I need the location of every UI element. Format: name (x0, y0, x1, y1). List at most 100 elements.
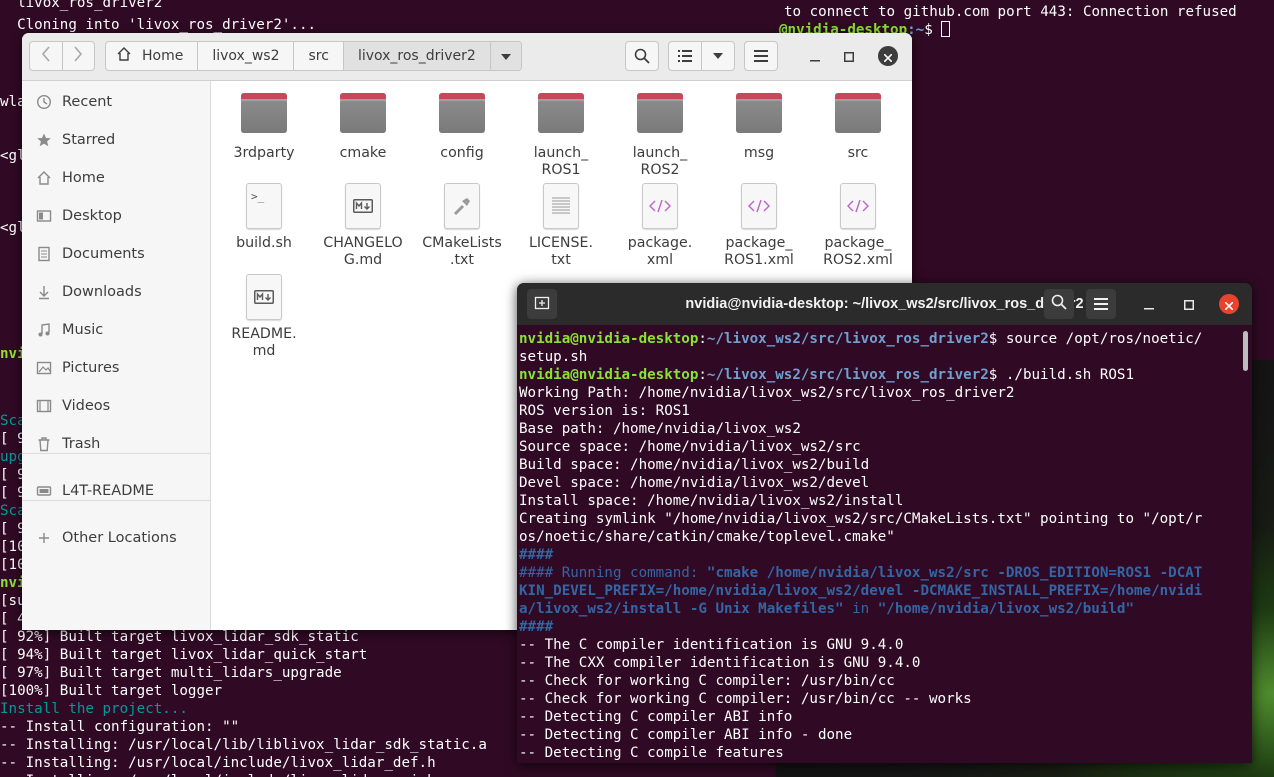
breadcrumb-label: Home (142, 48, 184, 64)
terminal-window[interactable]: nvidia@nvidia-desktop: ~/livox_ws2/src/l… (517, 283, 1252, 763)
terminal-text-segment: : (698, 331, 707, 347)
script-file-icon: >_ (246, 183, 282, 229)
sidebar-item-documents[interactable]: Documents (22, 235, 210, 273)
file-item-package-ros1-xml[interactable]: package_ ROS1.xml (713, 177, 805, 269)
terminal-menu-button[interactable] (1086, 289, 1116, 319)
file-item-package-ros2-xml[interactable]: package_ ROS2.xml (812, 177, 904, 269)
folder-icon (241, 93, 287, 133)
terminal-text-segment: : (698, 367, 707, 383)
file-item-3rdparty[interactable]: 3rdparty (218, 87, 310, 162)
back-button[interactable] (30, 42, 62, 70)
drive-icon (36, 483, 52, 499)
terminal-output-line: [ 94%] Built target livox_lidar_quick_st… (0, 647, 368, 663)
download-icon (36, 284, 52, 300)
terminal-text-segment: nvidia@nvidia-desktop (519, 331, 699, 347)
breadcrumb-current[interactable]: livox_ros_driver2 (343, 42, 491, 70)
file-item-package-xml[interactable]: package. xml (614, 177, 706, 269)
terminal-scrollbar[interactable] (1243, 331, 1248, 371)
terminal-output-line: Creating symlink "/home/nvidia/livox_ws2… (519, 510, 1202, 528)
terminal-output-line: -- Installing: /usr/local/include/livox_… (0, 755, 436, 771)
chevron-left-icon (41, 46, 51, 66)
main-menu-button[interactable] (744, 41, 778, 71)
terminal-output-line: a/livox_ws2/install -G Unix Makefiles" i… (519, 600, 1134, 618)
breadcrumb-home[interactable]: Home (106, 42, 199, 70)
terminal-text-segment: -- The CXX compiler identification is GN… (519, 655, 921, 671)
view-options-button[interactable] (701, 41, 735, 71)
breadcrumb-menu-button[interactable] (490, 42, 521, 70)
sidebar-item-desktop[interactable]: Desktop (22, 197, 210, 235)
minimize-button[interactable] (805, 46, 825, 66)
file-icon (834, 93, 882, 141)
markdown-file-icon (345, 183, 381, 229)
search-icon (1051, 294, 1067, 314)
cmake-file-icon (444, 183, 480, 229)
file-item-config[interactable]: config (416, 87, 508, 162)
terminal-output-line: setup.sh (519, 348, 587, 366)
terminal-output-line: Install the project... (0, 701, 188, 717)
terminal-text-segment: #### Running command: (519, 565, 707, 581)
file-item-license-txt[interactable]: LICENSE. txt (515, 177, 607, 269)
breadcrumb-src[interactable]: src (294, 42, 344, 70)
file-item-launch-ros2[interactable]: launch_ ROS2 (614, 87, 706, 179)
file-name: cmake (339, 145, 387, 161)
sidebar-item-other-locations[interactable]: Other Locations (22, 519, 210, 557)
sidebar-item-music[interactable]: Music (22, 311, 210, 349)
terminal-text-segment: Working Path: /home/nvidia/livox_ws2/src… (519, 385, 1015, 401)
file-item-build-sh[interactable]: >_ build.sh (218, 177, 310, 252)
terminal-search-button[interactable] (1044, 289, 1074, 319)
search-button[interactable] (625, 41, 659, 71)
sidebar-item-label: Home (62, 170, 105, 186)
file-item-readme-md[interactable]: README. md (218, 268, 310, 360)
terminal-text-segment: #### (519, 619, 554, 635)
sidebar-item-starred[interactable]: Starred (22, 121, 210, 159)
terminal-text-segment: Build space: /home/nvidia/livox_ws2/buil… (519, 457, 870, 473)
sidebar-item-videos[interactable]: Videos (22, 387, 210, 425)
file-item-launch-ros1[interactable]: launch_ ROS1 (515, 87, 607, 179)
terminal-output-line: -- Install configuration: "" (0, 719, 240, 735)
terminal-text-segment: #### (519, 547, 554, 563)
file-icon (339, 93, 387, 141)
terminal-maximize-button[interactable] (1179, 294, 1199, 314)
sidebar-item-label: Videos (62, 398, 111, 414)
sidebar-item-l4t-readme[interactable]: L4T-README (22, 472, 210, 510)
breadcrumb-label: livox_ros_driver2 (357, 48, 476, 64)
terminal-close-button[interactable] (1219, 294, 1239, 314)
file-name: 3rdparty (233, 145, 295, 161)
file-name: package_ ROS2.xml (823, 235, 893, 268)
terminal-output-line: #### (519, 546, 553, 564)
sidebar-item-label: Pictures (62, 360, 120, 376)
maximize-button[interactable] (839, 46, 859, 66)
folder-icon (439, 93, 485, 133)
terminal-minimize-button[interactable] (1139, 294, 1159, 314)
folder-icon (340, 93, 386, 133)
terminal-output-line: Base path: /home/nvidia/livox_ws2 (519, 420, 801, 438)
sidebar-item-home[interactable]: Home (22, 159, 210, 197)
xml-file-icon (741, 183, 777, 229)
file-item-cmakelists-txt[interactable]: CMakeLists .txt (416, 177, 508, 269)
close-button[interactable] (878, 46, 898, 66)
sidebar-item-label: Downloads (62, 284, 142, 300)
sidebar-item-trash[interactable]: Trash (22, 425, 210, 463)
xml-file-icon (840, 183, 876, 229)
file-item-msg[interactable]: msg (713, 87, 805, 162)
terminal-text-segment: setup.sh (519, 349, 588, 365)
breadcrumb-livox-ws2[interactable]: livox_ws2 (198, 42, 295, 70)
file-icon (438, 183, 486, 231)
terminal-text-segment: -- Detecting C compiler ABI info - done (519, 727, 853, 743)
terminal-text-segment: Source space: /home/nvidia/livox_ws2/src (519, 439, 861, 455)
view-list-button[interactable] (668, 41, 702, 71)
file-icon (240, 274, 288, 322)
file-item-changelog-md[interactable]: CHANGELO G.md (317, 177, 409, 269)
sidebar-item-recent[interactable]: Recent (22, 83, 210, 121)
maximize-icon (1184, 295, 1194, 314)
sidebar-item-label: Other Locations (62, 530, 177, 546)
file-name: config (440, 145, 484, 161)
sidebar-item-downloads[interactable]: Downloads (22, 273, 210, 311)
forward-button[interactable] (61, 42, 95, 70)
file-item-cmake[interactable]: cmake (317, 87, 409, 162)
sidebar-item-pictures[interactable]: Pictures (22, 349, 210, 387)
file-item-src[interactable]: src (812, 87, 904, 162)
terminal-text-segment: -- Check for working C compiler: /usr/bi… (519, 673, 895, 689)
terminal-output[interactable]: nvidia@nvidia-desktop:~/livox_ws2/src/li… (519, 329, 1239, 763)
file-name: LICENSE. txt (528, 235, 594, 268)
